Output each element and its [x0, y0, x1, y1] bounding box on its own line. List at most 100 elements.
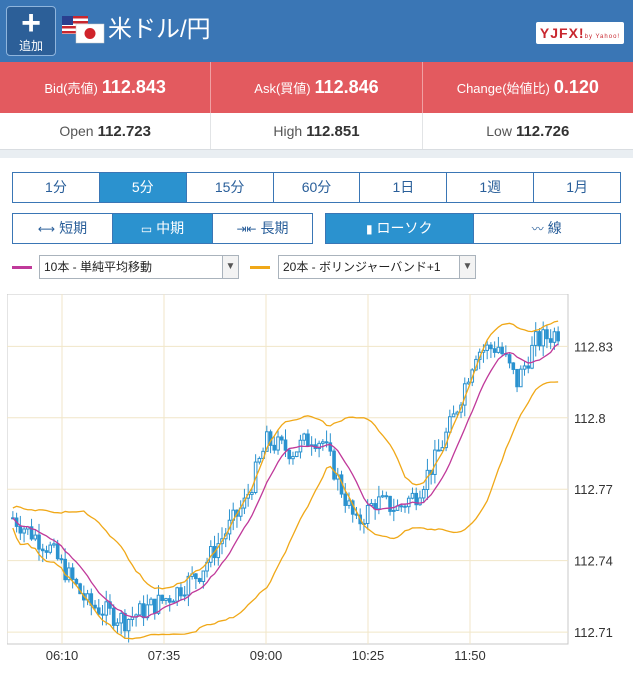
long-term-label: 長期 — [260, 220, 289, 236]
candle-body — [171, 600, 176, 603]
tab-1min[interactable]: 1分 — [13, 173, 100, 202]
chart-type-tabs: ▮ ローソク 〰線 — [325, 213, 621, 244]
candle-body — [556, 331, 560, 342]
plus-icon: + — [21, 4, 41, 42]
chart-panel: 1分 5分 15分 60分 1日 1週 1月 ⟷ 短期 ▭ 中期 ⇥⇤ 長期 ▮ ローソ… — [0, 158, 633, 675]
candle-body — [93, 604, 97, 609]
candle-body — [380, 495, 385, 498]
short-term-label: 短期 — [59, 220, 88, 236]
candle-body — [126, 618, 131, 632]
app-header: + 追加 米ドル/円 YJFX!by Yahoo! — [0, 0, 633, 62]
candle-body — [74, 578, 79, 585]
tab-mid-term[interactable]: ▭ 中期 — [113, 214, 213, 243]
mid-term-label: 中期 — [156, 220, 185, 236]
candle-body — [485, 344, 489, 351]
tab-short-term[interactable]: ⟷ 短期 — [13, 214, 113, 243]
candle-body — [347, 500, 351, 506]
add-button-label: 追加 — [18, 39, 43, 53]
tab-long-term[interactable]: ⇥⇤ 長期 — [213, 214, 312, 243]
tab-candlestick[interactable]: ▮ ローソク — [326, 214, 474, 243]
change-label: Change(始値比) — [456, 81, 550, 96]
price-chart[interactable]: 112.71 112.74 112.77 112.8 112.83 06:10 07:35 0… — [6, 293, 631, 664]
x-tick-label: 07:35 — [148, 648, 181, 663]
bid-quote: Bid(売値) 112.843 — [0, 62, 212, 113]
candle-body — [100, 613, 105, 616]
candle-body — [194, 573, 198, 580]
candle-body — [515, 368, 519, 388]
ma-indicator-label: 10本 - 単純平均移動 — [44, 260, 153, 274]
high-quote: High 112.851 — [211, 113, 423, 149]
bid-value: 112.843 — [101, 77, 166, 97]
candle-body — [545, 329, 549, 340]
candle-body — [451, 413, 456, 418]
open-label: Open — [59, 123, 94, 139]
candle-body — [496, 346, 501, 353]
y-tick-label: 112.77 — [574, 482, 613, 497]
tab-5min[interactable]: 5分 — [99, 173, 187, 202]
candle-body — [518, 368, 523, 388]
candle-body — [55, 543, 60, 560]
expand-icon: ⟷ — [37, 222, 56, 236]
line-label: 線 — [547, 220, 562, 236]
window-icon: ▭ — [140, 222, 153, 236]
bb-indicator-select[interactable]: 20本 - ボリンジャーバンド+1 ▼ — [278, 255, 476, 279]
tab-line[interactable]: 〰線 — [473, 214, 620, 243]
bb-color-swatch — [250, 266, 270, 269]
change-quote: Change(始値比) 0.120 — [423, 62, 633, 113]
candle-body — [182, 594, 187, 597]
candle-body — [530, 344, 534, 369]
candlestick-icon: ▮ — [365, 222, 373, 236]
tab-60min[interactable]: 60分 — [273, 173, 361, 202]
candle-body — [111, 607, 116, 626]
ask-quote: Ask(買値) 112.846 — [211, 62, 423, 113]
candle-body — [40, 548, 45, 552]
candle-body — [492, 348, 497, 353]
candle-body — [321, 441, 325, 444]
candle-body — [388, 495, 392, 512]
candle-body — [306, 433, 310, 447]
candle-body — [410, 492, 415, 499]
period-tabs: ⟷ 短期 ▭ 中期 ⇥⇤ 長期 — [12, 213, 313, 244]
ma-color-swatch — [12, 266, 32, 269]
candle-body — [421, 488, 426, 499]
candle-body — [96, 607, 101, 615]
tab-1month[interactable]: 1月 — [534, 173, 621, 202]
tab-1week[interactable]: 1週 — [447, 173, 535, 202]
candle-body — [59, 558, 64, 561]
candle-body — [287, 449, 292, 460]
candle-body — [291, 455, 295, 460]
compress-icon: ⇥⇤ — [236, 222, 257, 236]
bb-indicator-label: 20本 - ボリンジャーバンド+1 — [283, 260, 441, 274]
candle-body — [63, 558, 67, 581]
chevron-down-icon: ▼ — [459, 256, 475, 278]
candle-body — [164, 598, 168, 601]
candle-body — [37, 534, 41, 550]
tab-1day[interactable]: 1日 — [360, 173, 448, 202]
ohl-bar: Open 112.723 High 112.851 Low 112.726 — [0, 113, 633, 150]
y-tick-label: 112.8 — [574, 411, 606, 426]
price-chart-svg: 112.71 112.74 112.77 112.8 112.83 06:10 07:35 0… — [6, 293, 613, 663]
candle-body — [48, 544, 53, 553]
candle-body — [377, 496, 381, 510]
ma-indicator-select[interactable]: 10本 - 単純平均移動 ▼ — [39, 255, 239, 279]
candle-body — [489, 344, 493, 350]
high-value: 112.851 — [306, 123, 360, 140]
candle-body — [201, 570, 206, 583]
candle-body — [22, 528, 26, 534]
candle-body — [52, 543, 56, 546]
candle-body — [141, 603, 146, 619]
candle-body — [384, 495, 389, 498]
candle-body — [138, 603, 142, 616]
candle-body — [250, 491, 254, 495]
candle-body — [522, 365, 527, 370]
candle-body — [70, 567, 75, 580]
candle-body — [425, 469, 430, 490]
candle-body — [104, 601, 109, 616]
high-label: High — [273, 123, 303, 139]
candle-body — [272, 444, 277, 451]
candle-body — [541, 329, 546, 347]
add-button[interactable]: + 追加 — [6, 6, 56, 56]
change-value: 0.120 — [553, 77, 599, 97]
tab-15min[interactable]: 15分 — [186, 173, 274, 202]
low-quote: Low 112.726 — [423, 113, 633, 149]
